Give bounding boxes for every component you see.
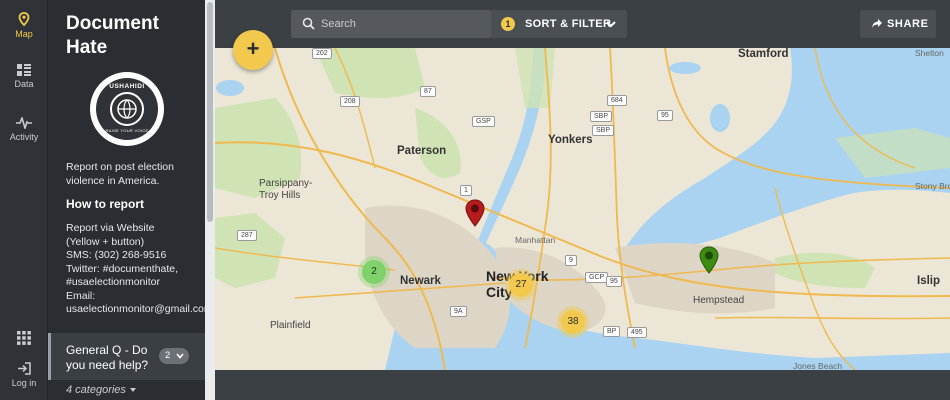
highway-shield: 9 [565,255,577,266]
nav-activity[interactable]: Activity [0,117,48,142]
highway-shield: GSP [472,116,495,127]
list-icon [17,64,31,76]
categories-toggle[interactable]: 4 categories [66,384,137,396]
map-place-label: Stamford [738,48,789,60]
map-place-label: Islip [917,275,941,287]
map-place-label: Paterson [397,145,447,157]
share-label: SHARE [887,18,929,30]
highway-shield: GCP [585,272,609,283]
app: Map Data Activity Log in Document Hate U… [0,0,950,400]
nav-map-label: Map [15,29,33,39]
map-pin-icon [18,12,30,26]
search-icon [302,17,315,30]
map-place-label: Jones Beach [793,361,843,370]
report-marker-pin-icon[interactable] [699,246,719,274]
add-post-button[interactable]: + [233,30,273,70]
map-bottom-bar [215,370,950,400]
nav-login-label: Log in [11,378,37,388]
highway-shield: SBP [592,125,615,136]
search-box [291,10,491,38]
cluster-count: 38 [567,316,579,327]
nav-login[interactable]: Log in [0,362,48,388]
map-place-label: Parsippany-Troy Hills [259,178,313,201]
share-arrow-icon [872,19,882,28]
activity-icon [16,117,32,129]
nav-data-label: Data [14,79,34,89]
highway-shield: 495 [627,327,647,338]
survey-count-toggle[interactable]: 2 [159,348,189,364]
report-cluster[interactable]: 38 [561,310,585,334]
highway-shield: 87 [420,86,436,97]
map-place-label: Plainfield [270,320,311,331]
highway-shield: BP [603,326,621,337]
how-to-report-body: Report via Website (Yellow + button) SMS… [66,222,205,317]
nav-activity-label: Activity [9,132,39,142]
deployment-sidebar: Document Hate USHAHIDI RAISE YOUR VOICE … [48,0,205,400]
cluster-count: 27 [515,279,527,290]
how-to-line: (Yellow + button) [66,235,145,248]
nav-map[interactable]: Map [0,12,48,39]
highway-shield: 9A [450,306,467,317]
top-toolbar: 1 SORT & FILTER SHARE [215,0,950,48]
globe-icon [117,99,137,119]
deployment-logo: USHAHIDI RAISE YOUR VOICE [90,72,164,146]
how-to-report-heading: How to report [66,197,144,211]
search-input[interactable] [321,10,486,38]
how-to-line: SMS: (302) 268-9516 [66,249,167,261]
grid-icon [17,331,31,345]
highway-shield: 287 [237,230,257,241]
plus-icon: + [246,36,260,61]
sort-filter-label: SORT & FILTER [525,18,612,30]
map-place-label: Yonkers [548,134,593,146]
how-to-line: #usaelectionmonitor [66,276,160,288]
cluster-count: 2 [371,266,377,277]
logo-tagline: RAISE YOUR VOICE [105,128,149,133]
chevron-down-icon [176,353,184,359]
sort-filter-button[interactable]: 1 SORT & FILTER [491,10,627,38]
filter-count-badge: 1 [501,17,515,31]
highway-shield: 95 [606,276,622,287]
sidebar-scrollbar[interactable] [205,0,215,400]
report-cluster[interactable]: 2 [362,260,386,284]
highway-shield: SBP [590,111,613,122]
map-place-label: Manhattan [515,235,556,245]
chevron-down-icon [606,21,616,28]
highway-shield: 95 [657,110,673,121]
report-cluster[interactable]: 27 [509,273,533,297]
categories-label: 4 categories [66,384,126,396]
login-icon [18,362,31,375]
map-place-label: Shelton [915,48,944,58]
highway-shield: 1 [460,185,472,196]
scrollbar-thumb[interactable] [207,2,213,222]
map-place-label: Newark [400,275,441,287]
deployment-description: Report on post election violence in Amer… [66,161,174,187]
how-to-line: Twitter: #documenthate, [66,262,179,275]
nav-data[interactable]: Data [0,64,48,89]
survey-filter-item[interactable]: General Q - Do you need help? 2 [48,333,205,380]
how-to-line: Report via Website [66,222,155,234]
map-place-label: Hempstead [693,295,745,306]
map-canvas[interactable]: Stamford Paterson Yonkers Parsippany-Tro… [215,48,950,370]
caret-down-icon [130,388,136,392]
more-apps-button[interactable] [0,331,48,348]
highway-shield: 684 [607,95,627,106]
highway-shield: 202 [312,48,332,59]
share-button[interactable]: SHARE [860,10,936,38]
logo-wordmark: USHAHIDI [109,83,145,90]
map-place-label: Stony Brook [915,181,950,191]
how-to-line: usaelectionmonitor@gmail.com [66,303,205,315]
survey-name: General Q - Do you need help? [66,343,149,372]
how-to-line: Email: [66,289,96,302]
report-marker-pin-icon[interactable] [465,199,485,227]
nav-rail: Map Data Activity Log in [0,0,48,400]
highway-shield: 208 [340,96,360,107]
survey-count: 2 [165,350,171,361]
deployment-title: Document Hate [66,13,159,58]
